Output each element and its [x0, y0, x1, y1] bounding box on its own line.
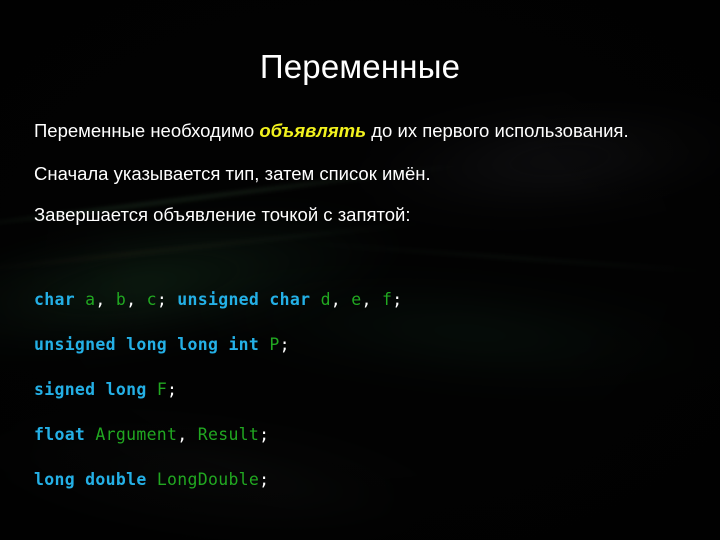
presentation-slide: Переменные Переменные необходимо объявля…	[0, 0, 720, 540]
code-line: long double LongDouble;	[34, 470, 694, 490]
code-punctuation: ,	[177, 425, 198, 444]
code-identifier: Argument	[95, 425, 178, 444]
code-punctuation: ;	[279, 335, 290, 354]
slide-title: Переменные	[259, 48, 461, 85]
code-punctuation	[147, 470, 157, 489]
code-keyword: signed long	[34, 380, 147, 399]
code-keyword: long double	[34, 470, 147, 489]
paragraph-declaration-rule: Переменные необходимо объявлять до их пе…	[34, 118, 682, 143]
code-identifier: a	[85, 290, 96, 309]
code-sample-block: char a, b, c; unsigned char d, e, f; unsi…	[34, 290, 694, 490]
code-punctuation: ;	[392, 290, 403, 309]
code-identifier: f	[381, 290, 393, 309]
code-punctuation	[75, 290, 85, 309]
code-punctuation	[85, 425, 95, 444]
paragraph-ends-with-semicolon: Завершается объявление точкой с запятой:	[34, 202, 682, 227]
paragraph-text-after-emphasis: до их первого использования.	[366, 120, 629, 141]
code-punctuation: ;	[167, 380, 178, 399]
code-identifier: Result	[197, 425, 260, 444]
paragraph-text: Завершается объявление точкой с запятой:	[34, 204, 411, 225]
code-identifier: b	[115, 290, 127, 309]
paragraph-text-before-emphasis: Переменные необходимо	[34, 120, 260, 141]
slide-content: Переменные Переменные необходимо объявля…	[0, 0, 720, 540]
code-line: signed long F;	[34, 380, 694, 400]
code-keyword: float	[34, 425, 86, 444]
code-line: unsigned long long int P;	[34, 335, 694, 355]
code-punctuation	[259, 335, 269, 354]
code-punctuation	[310, 290, 320, 309]
code-punctuation: ,	[361, 290, 382, 309]
paragraph-text: Сначала указывается тип, затем список им…	[34, 163, 431, 184]
code-punctuation: ;	[259, 470, 270, 489]
code-identifier: e	[351, 290, 362, 309]
code-keyword: unsigned char	[177, 290, 311, 309]
code-identifier: c	[146, 290, 157, 309]
code-identifier: P	[269, 335, 280, 354]
code-punctuation: ,	[330, 290, 352, 309]
slide-body: Переменные необходимо объявлять до их пе…	[34, 118, 682, 227]
code-line: float Argument, Result;	[34, 425, 694, 445]
code-identifier: LongDouble	[156, 470, 260, 489]
code-punctuation: ;	[259, 425, 270, 444]
code-keyword: unsigned long long int	[34, 335, 260, 354]
paragraph-type-then-names: Сначала указывается тип, затем список им…	[34, 161, 682, 186]
code-punctuation: ;	[156, 290, 178, 309]
code-punctuation	[147, 380, 157, 399]
code-line: char a, b, c; unsigned char d, e, f;	[34, 290, 694, 310]
code-punctuation: ,	[95, 290, 116, 309]
emphasis-deklarirovat: объявлять	[259, 120, 367, 141]
code-keyword: char	[34, 290, 75, 309]
code-punctuation: ,	[126, 290, 147, 309]
code-identifier: F	[156, 380, 168, 399]
code-identifier: d	[320, 290, 331, 309]
